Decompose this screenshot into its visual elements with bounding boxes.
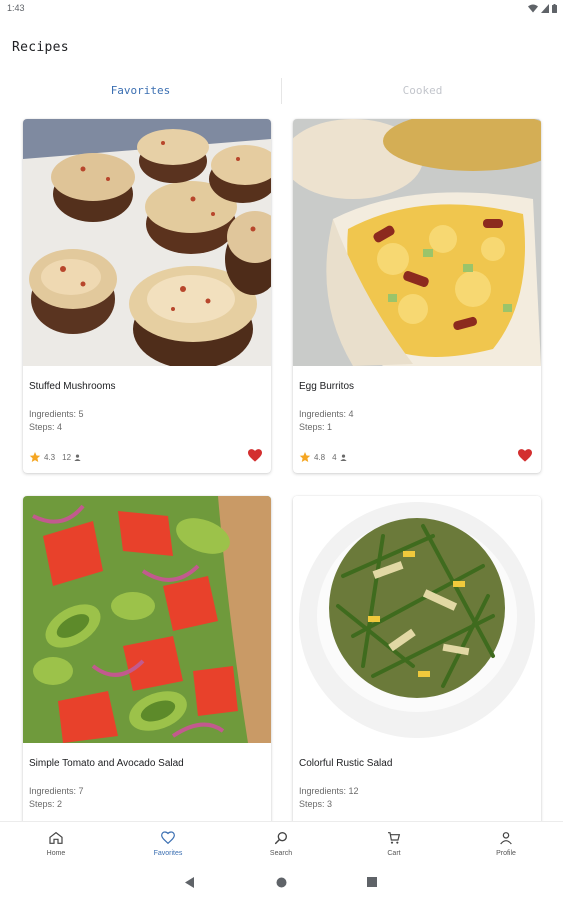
cart-icon	[388, 832, 401, 844]
recipe-card-colorful-rustic-salad[interactable]: Colorful Rustic Salad Ingredients: 12 St…	[293, 496, 541, 850]
status-icons	[528, 4, 557, 13]
recipe-rating: 4.3 12	[29, 450, 81, 464]
person-icon	[339, 453, 347, 461]
recipe-steps: Steps: 2	[29, 799, 63, 809]
recipe-steps: Steps: 4	[29, 422, 63, 432]
nav-label: Home	[46, 850, 66, 857]
recipe-title: Stuffed Mushrooms	[29, 381, 116, 392]
tab-favorites[interactable]: Favorites	[0, 76, 281, 106]
recipe-steps: Steps: 3	[299, 799, 333, 809]
nav-label: Profile	[496, 850, 516, 857]
nav-label: Cart	[387, 850, 401, 857]
recipe-card-tomato-avocado-salad[interactable]: Simple Tomato and Avocado Salad Ingredie…	[23, 496, 271, 850]
nav-label: Search	[269, 850, 293, 857]
bottom-navigation: Home Favorites Search Cart Profile	[0, 821, 563, 867]
search-icon	[274, 832, 287, 845]
tab-cooked[interactable]: Cooked	[282, 76, 563, 106]
recipe-card-stuffed-mushrooms[interactable]: Stuffed Mushrooms Ingredients: 5 Steps: …	[23, 119, 271, 473]
recipe-image-colorful-rustic-salad	[293, 496, 541, 743]
review-count: 12	[62, 452, 72, 462]
rating-value: 4.3	[44, 452, 56, 462]
wifi-icon	[528, 4, 538, 13]
profile-icon	[500, 832, 512, 845]
star-icon	[29, 452, 41, 462]
review-count: 4	[332, 452, 337, 462]
nav-search[interactable]: Search	[246, 830, 316, 857]
recipe-ingredients: Ingredients: 4	[299, 409, 354, 419]
nav-profile[interactable]: Profile	[471, 830, 541, 857]
recipe-ingredients: Ingredients: 12	[299, 786, 359, 796]
rating-value: 4.8	[314, 452, 326, 462]
recipe-card-egg-burritos[interactable]: Egg Burritos Ingredients: 4 Steps: 1 4.8…	[293, 119, 541, 473]
nav-cart[interactable]: Cart	[359, 830, 429, 857]
back-icon[interactable]	[185, 877, 195, 888]
recents-icon[interactable]	[367, 877, 377, 887]
favorite-heart-icon[interactable]	[248, 449, 262, 462]
system-navigation-bar	[0, 867, 563, 900]
favorite-heart-icon[interactable]	[518, 449, 532, 462]
recipe-ingredients: Ingredients: 5	[29, 409, 84, 419]
recipe-image-stuffed-mushrooms	[23, 119, 271, 366]
home-icon	[49, 831, 63, 844]
home-circle-icon[interactable]	[276, 877, 287, 888]
recipe-title: Simple Tomato and Avocado Salad	[29, 758, 184, 769]
nav-home[interactable]: Home	[21, 830, 91, 857]
recipe-steps: Steps: 1	[299, 422, 333, 432]
star-icon	[299, 452, 311, 462]
heart-outline-icon	[161, 831, 175, 845]
nav-favorites[interactable]: Favorites	[133, 830, 203, 857]
recipe-rating: 4.8 4	[299, 450, 347, 464]
person-icon	[74, 453, 81, 461]
recipe-image-tomato-avocado-salad	[23, 496, 271, 743]
status-time: 1:43	[7, 3, 25, 13]
recipe-title: Colorful Rustic Salad	[299, 758, 393, 769]
recipe-title: Egg Burritos	[299, 381, 355, 392]
page-title: Recipes	[12, 40, 69, 55]
recipe-image-egg-burritos	[293, 119, 541, 366]
recipe-ingredients: Ingredients: 7	[29, 786, 84, 796]
nav-label: Favorites	[153, 850, 183, 857]
battery-icon	[552, 4, 557, 13]
signal-icon	[541, 4, 549, 13]
status-bar: 1:43	[0, 0, 563, 20]
tab-bar: Favorites Cooked	[0, 76, 563, 108]
